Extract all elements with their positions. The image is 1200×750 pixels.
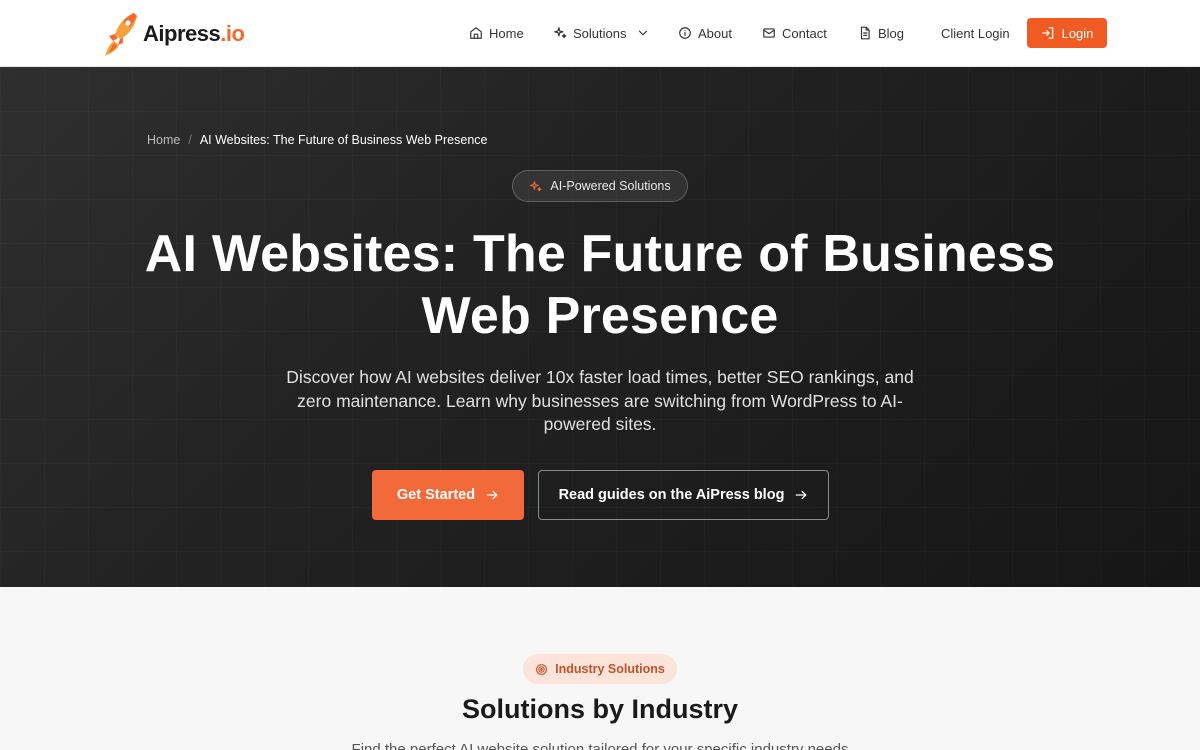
nav-client-login-label: Client Login [941, 25, 1010, 41]
section-subtitle: Find the perfect AI website solution tai… [351, 741, 849, 750]
logo-name: Aipress [143, 21, 221, 46]
house-icon [470, 27, 482, 39]
ai-powered-badge-label: AI-Powered Solutions [550, 179, 671, 193]
industry-solutions-badge-label: Industry Solutions [555, 662, 665, 676]
breadcrumb-home[interactable]: Home [147, 133, 180, 147]
file-text-icon [860, 26, 870, 40]
page-title-line-2: Web Presence [421, 287, 779, 345]
nav-client-login[interactable]: Client Login [941, 18, 1010, 48]
logo-text: Aipress.io [143, 21, 245, 47]
nav-contact-label: Contact [782, 25, 827, 41]
breadcrumb-current: AI Websites: The Future of Business Web … [199, 133, 488, 147]
nav-home-label: Home [489, 25, 524, 41]
sparkles-icon [530, 180, 542, 191]
nav-about-label: About [698, 25, 732, 41]
breadcrumb-separator: / [188, 133, 192, 147]
login-button[interactable]: Login [1027, 18, 1107, 48]
page-title: AI Websites: The Future of Business Web … [100, 223, 1100, 347]
nav-blog[interactable]: Blog [858, 18, 904, 48]
nav-home[interactable]: Home [469, 18, 524, 48]
ai-powered-badge: AI-Powered Solutions [512, 170, 688, 202]
arrow-right-icon [486, 490, 498, 500]
get-started-label: Get Started [396, 487, 476, 503]
sparkles-icon [554, 27, 567, 39]
nav-blog-label: Blog [878, 25, 905, 41]
page-title-line-1: AI Websites: The Future of Business [144, 225, 1056, 283]
nav-solutions-label: Solutions [573, 25, 627, 41]
read-guides-button[interactable]: Read guides on the AiPress blog [538, 470, 829, 520]
info-circle-icon [679, 27, 691, 39]
rocket-icon [105, 13, 137, 56]
nav-about[interactable]: About [678, 18, 732, 48]
read-guides-label: Read guides on the AiPress blog [558, 487, 785, 503]
chevron-down-icon [639, 30, 648, 36]
industry-solutions-badge: Industry Solutions [523, 654, 677, 684]
breadcrumb: Home / AI Websites: The Future of Busine… [147, 133, 487, 147]
get-started-button[interactable]: Get Started [372, 470, 524, 520]
login-label: Login [1061, 25, 1094, 41]
mail-icon [763, 28, 775, 38]
target-icon [536, 663, 548, 675]
hero-subtitle: Discover how AI websites deliver 10x fas… [286, 367, 914, 434]
arrow-right-icon [796, 490, 807, 500]
section-title: Solutions by Industry [461, 694, 738, 724]
logo-suffix: .io [220, 21, 245, 46]
login-arrow-icon [1041, 27, 1053, 39]
nav-solutions[interactable]: Solutions [553, 18, 650, 48]
industry-section: Industry Solutions Solutions by Industry… [0, 587, 1200, 750]
nav-contact[interactable]: Contact [762, 18, 827, 48]
logo[interactable]: Aipress.io [104, 10, 245, 58]
site-header: Aipress.io Home Solutions About Contact … [0, 0, 1200, 67]
hero-section: Home / AI Websites: The Future of Busine… [0, 67, 1200, 587]
